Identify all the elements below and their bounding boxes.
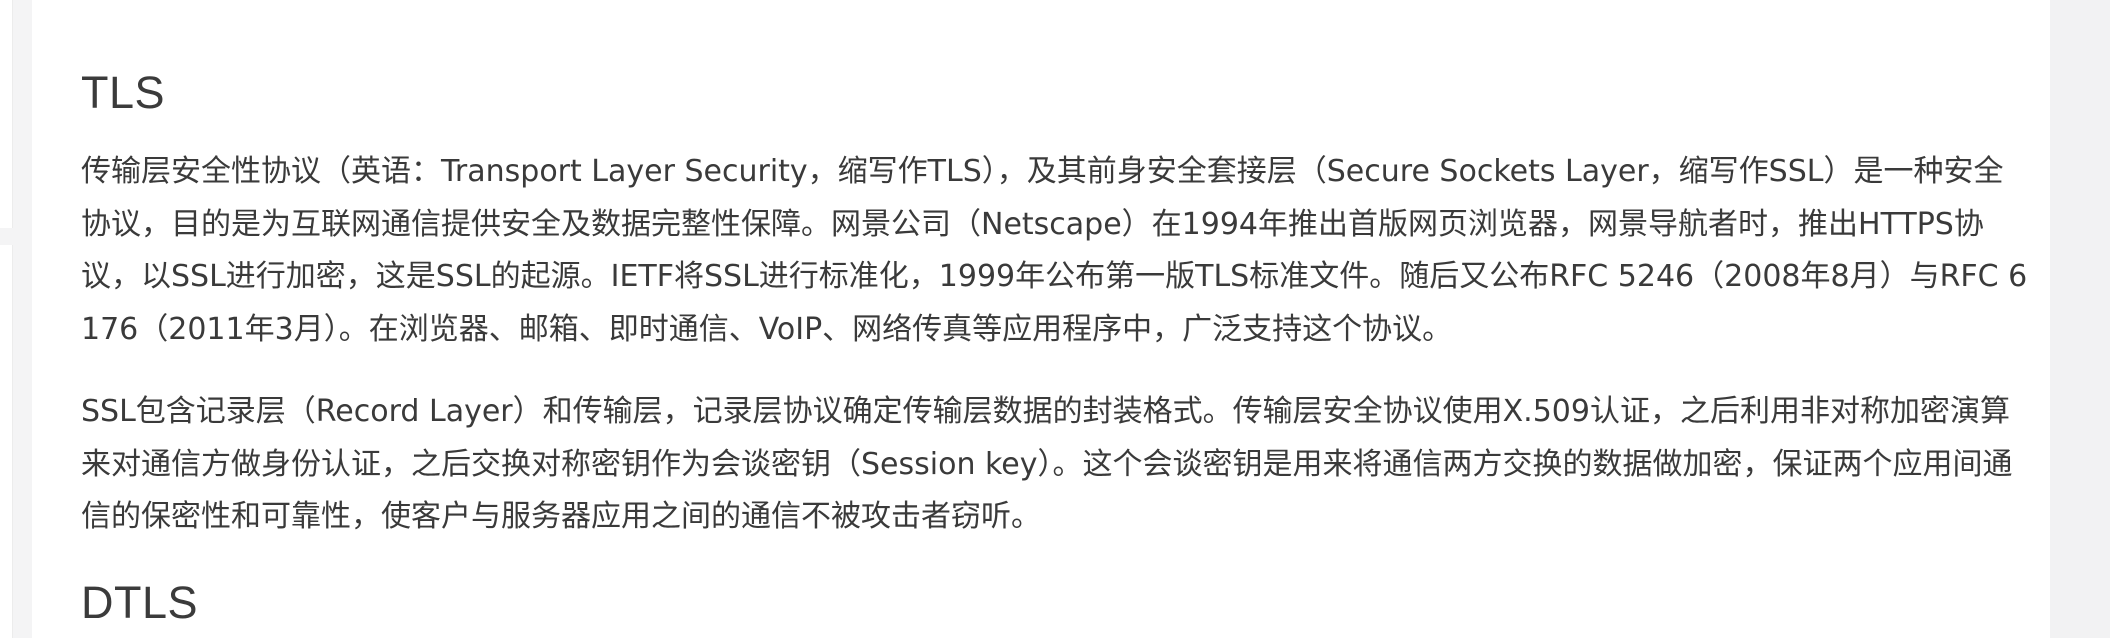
section-heading-tls: TLS xyxy=(81,67,166,118)
paragraph-tls-intro: 传输层安全性协议（英语：Transport Layer Security，缩写作… xyxy=(81,154,2028,347)
right-gutter xyxy=(2050,0,2110,638)
article-content: TLS 传输层安全性协议（英语：Transport Layer Security… xyxy=(32,0,2050,638)
left-rail xyxy=(0,0,14,638)
paragraph-ssl-layers: SSL包含记录层（Record Layer）和传输层，记录层协议确定传输层数据的… xyxy=(81,394,2013,534)
left-panel-edge xyxy=(0,0,13,228)
left-panel-edge xyxy=(0,245,13,638)
section-heading-dtls: DTLS xyxy=(81,576,199,628)
